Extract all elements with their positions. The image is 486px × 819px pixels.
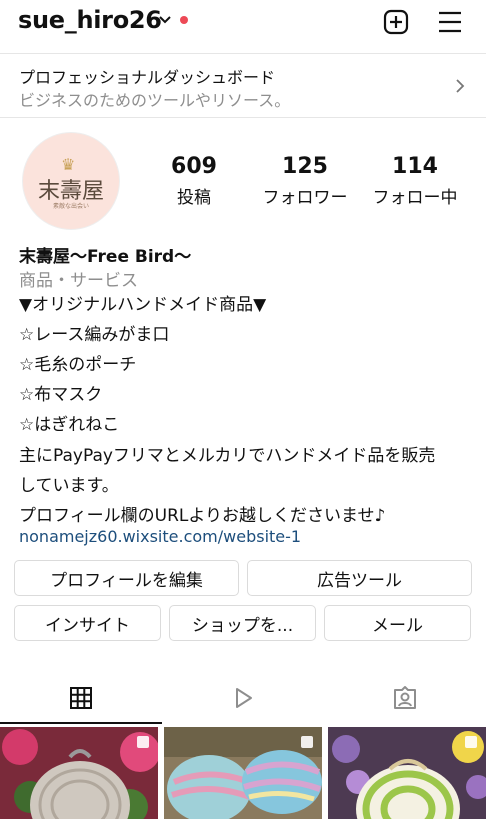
avatar[interactable]: ♛ 末壽屋 素敵な出会い (22, 132, 120, 230)
following-label: フォロー中 (372, 188, 458, 208)
profile-name: 末壽屋〜Free Bird〜 (19, 247, 192, 267)
tab-tagged[interactable] (324, 672, 486, 724)
bio-line: プロフィール欄のURLよりお越しくださいませ♪ (19, 506, 386, 526)
ad-tools-button[interactable]: 広告ツール (247, 560, 472, 596)
bio-line: ☆レース編みがま口 (19, 325, 170, 345)
edit-profile-button[interactable]: プロフィールを編集 (14, 560, 239, 596)
shop-button[interactable]: ショップを... (169, 605, 316, 641)
stat-posts[interactable]: 609 投稿 (139, 154, 249, 208)
bio-line: しています。 (19, 476, 119, 496)
top-bar: sue_hiro26 (0, 0, 486, 46)
crown-icon: ♛ (61, 155, 76, 174)
chevron-down-icon[interactable] (158, 14, 172, 26)
carousel-icon (137, 736, 149, 748)
profile-tabs (0, 672, 486, 724)
active-tab-indicator (0, 722, 162, 724)
followers-count: 125 (282, 154, 328, 179)
bio-line: ▼オリジナルハンドメイド商品▼ (19, 295, 267, 315)
profile-category: 商品・サービス (19, 271, 138, 291)
create-icon[interactable] (383, 9, 409, 35)
chevron-right-icon (456, 79, 465, 93)
tab-grid[interactable] (0, 672, 162, 724)
grid-icon (70, 687, 92, 709)
reels-icon (236, 688, 252, 708)
tagged-icon (394, 686, 416, 709)
insights-button[interactable]: インサイト (14, 605, 161, 641)
menu-icon[interactable] (437, 10, 463, 34)
post-thumbnail[interactable] (164, 727, 322, 819)
dashboard-title: プロフェッショナルダッシュボード (19, 68, 276, 87)
website-link[interactable]: nonamejz60.wixsite.com/website-1 (19, 527, 301, 546)
dashboard-subtitle: ビジネスのためのツールやリソース。 (19, 91, 291, 110)
bio-line: ☆布マスク (19, 385, 103, 405)
post-image (328, 727, 486, 819)
post-thumbnail[interactable] (328, 727, 486, 819)
carousel-icon (301, 736, 313, 748)
followers-label: フォロワー (262, 188, 348, 208)
tab-reels[interactable] (162, 672, 324, 724)
bio-line: ☆はぎれねこ (19, 415, 120, 435)
dashboard-divider (0, 117, 486, 118)
bio-line: 主にPayPayフリマとメルカリでハンドメイド品を販売 (19, 446, 436, 466)
posts-label: 投稿 (177, 188, 211, 208)
bio-line: ☆毛糸のポーチ (19, 355, 137, 375)
post-image (0, 727, 158, 819)
posts-count: 609 (171, 154, 217, 179)
email-button[interactable]: メール (324, 605, 471, 641)
avatar-small-text: 素敵な出会い (52, 203, 89, 210)
stat-following[interactable]: 114 フォロー中 (360, 154, 470, 208)
post-thumbnail[interactable] (0, 727, 158, 819)
carousel-icon (465, 736, 477, 748)
stat-followers[interactable]: 125 フォロワー (250, 154, 360, 208)
post-image (164, 727, 322, 819)
notification-dot (180, 16, 188, 24)
username-switcher[interactable]: sue_hiro26 (18, 6, 162, 34)
following-count: 114 (392, 154, 438, 179)
